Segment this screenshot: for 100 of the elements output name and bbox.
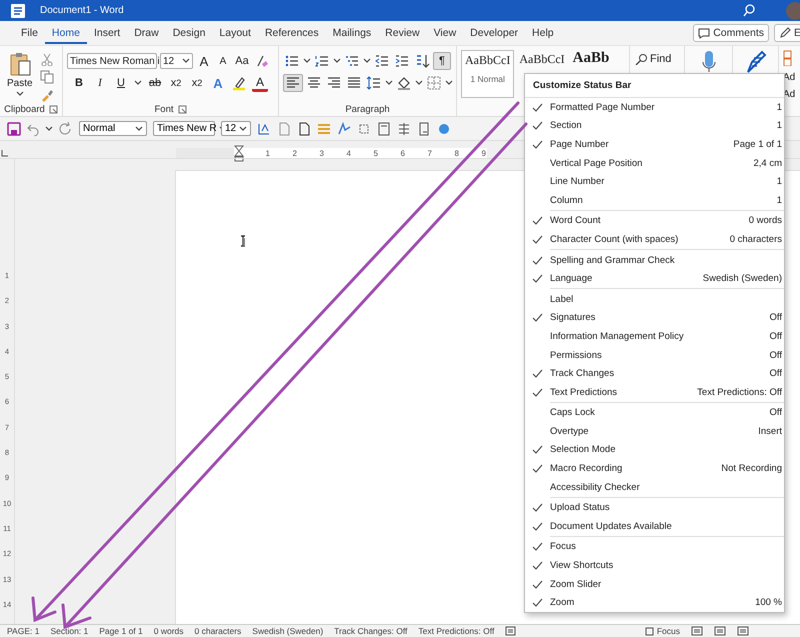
table-icon[interactable] [397,122,411,136]
menu-tab[interactable]: Review [378,22,427,44]
copy-icon[interactable] [40,70,54,84]
status-item[interactable]: Track Changes: Off [334,626,408,636]
menu-item[interactable]: Accessibility Checker [525,478,784,496]
menu-item[interactable]: Label [525,290,784,309]
undo-icon[interactable] [27,122,39,136]
menu-item[interactable]: Document Updates Available [525,517,784,536]
scissors-icon[interactable] [40,52,54,66]
menu-item[interactable]: Vertical Page Position 2,4 cm [525,154,784,172]
frame-icon[interactable] [357,122,371,136]
web-layout-icon[interactable] [737,626,749,636]
print-layout-icon[interactable] [714,626,726,636]
menu-item[interactable]: Line Number 1 [525,172,784,191]
menu-item[interactable]: Spelling and Grammar Check [525,250,784,270]
menu-item[interactable]: Column 1 [525,190,784,210]
menu-tab[interactable]: File [14,22,45,44]
circle-icon[interactable] [437,122,451,136]
menu-item[interactable]: Zoom 100 % [525,593,784,612]
menu-item[interactable]: Selection Mode [525,440,784,460]
caret-icon[interactable] [385,79,393,87]
font-size-field[interactable]: 12 [160,53,193,69]
caret-icon[interactable] [415,79,423,87]
grow-font-button[interactable]: A [196,52,212,70]
highlighter-icon[interactable] [231,75,247,91]
caret-icon[interactable] [333,57,341,65]
chart-icon[interactable] [257,122,271,136]
dialog-launcher-icon[interactable] [48,104,58,114]
caret-icon[interactable] [45,124,53,132]
status-item[interactable]: Section: 1 [50,626,88,636]
comments-button[interactable]: Comments [693,24,769,42]
redo-icon[interactable] [59,122,73,136]
italic-button[interactable]: I [92,74,108,92]
menu-tab[interactable]: References [258,22,326,44]
status-item[interactable]: Page 1 of 1 [99,626,143,636]
font-color-button[interactable]: A [252,74,268,92]
menu-item[interactable]: Upload Status [525,498,784,518]
menu-tab[interactable]: Insert [86,22,128,44]
shrink-font-button[interactable]: A [215,52,231,70]
menu-item[interactable]: View Shortcuts [525,556,784,575]
style-preset[interactable]: AaBbCcI 1 Normal [461,50,514,98]
page-icon[interactable] [277,122,291,136]
menu-tab[interactable]: Layout [212,22,258,44]
tab-stop-icon[interactable] [0,148,10,158]
menu-tab[interactable]: Design [166,22,212,44]
file-icon[interactable] [417,122,431,136]
keyboard-icon[interactable] [505,626,516,636]
caret-icon[interactable] [16,90,24,98]
bold-button[interactable]: B [71,74,87,92]
caret-icon[interactable] [239,124,247,132]
document-icon[interactable] [377,122,391,136]
font-name-field[interactable]: Times New Roman i [67,53,157,69]
menu-tab[interactable]: View [426,22,464,44]
menu-item[interactable]: Caps Lock Off [525,404,784,422]
menu-item[interactable]: Text Predictions Text Predictions: Off [525,382,784,402]
menu-tab[interactable]: Help [525,22,561,44]
underline-button[interactable]: U [113,74,129,92]
font-size-field[interactable]: 12 [221,121,251,136]
caret-icon[interactable] [363,57,371,65]
menu-item[interactable]: Formatted Page Number 1 [525,98,784,117]
caret-icon[interactable] [445,79,453,87]
line-spacing-button[interactable] [365,74,383,92]
menu-item[interactable]: Information Management Policy Off [525,327,784,346]
menu-item[interactable]: Signatures Off [525,308,784,328]
menu-tab[interactable]: Draw [127,22,166,44]
indent-marker-icon[interactable] [234,144,244,162]
align-left-button[interactable] [283,74,303,92]
status-item[interactable]: 0 words [154,626,184,636]
status-item[interactable]: Text Predictions: Off [418,626,494,636]
show-marks-button[interactable]: ¶ [433,52,451,70]
caret-icon[interactable] [182,57,190,65]
text-effects-button[interactable]: A [210,74,226,92]
read-view-icon[interactable] [691,626,703,636]
menu-tab[interactable]: Developer [463,22,526,44]
menu-item[interactable]: Word Count 0 words [525,212,784,230]
menu-tab[interactable]: Mailings [326,22,378,44]
paintbrush-icon[interactable] [40,88,54,102]
style-field[interactable]: Normal [79,121,147,136]
new-page-icon[interactable] [297,122,311,136]
caret-icon[interactable] [303,57,311,65]
status-item[interactable]: Swedish (Sweden) [252,626,324,636]
focus-button[interactable]: Focus [644,626,680,636]
dialog-launcher-icon[interactable] [178,104,186,114]
menu-item[interactable]: Overtype Insert [525,422,784,441]
caret-icon[interactable] [135,124,143,132]
find-button[interactable]: Find [634,50,680,68]
clipboard-icon[interactable] [8,51,32,77]
save-icon[interactable] [7,122,21,136]
menu-item[interactable]: Focus [525,538,784,556]
menu-item[interactable]: Language Swedish (Sweden) [525,269,784,288]
status-item[interactable]: PAGE: 1 [7,626,40,636]
menu-item[interactable]: Character Count (with spaces) 0 characters [525,230,784,249]
menu-item[interactable]: Track Changes Off [525,364,784,383]
paste-label[interactable]: Paste [7,78,33,89]
menu-item[interactable]: Section 1 [525,116,784,136]
menu-item[interactable]: Page Number Page 1 of 1 [525,135,784,154]
caret-icon[interactable] [134,79,142,87]
menu-item[interactable]: Permissions Off [525,346,784,364]
strikethrough-button[interactable]: ab [147,74,163,92]
menu-item[interactable]: Macro Recording Not Recording [525,459,784,478]
